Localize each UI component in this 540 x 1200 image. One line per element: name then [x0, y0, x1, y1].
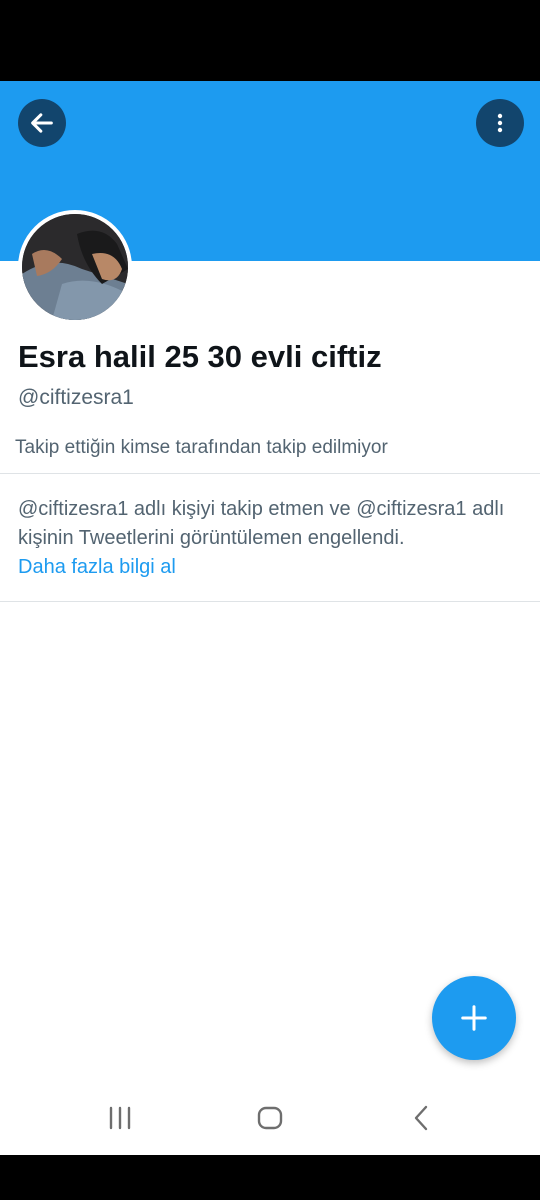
avatar-image	[22, 214, 128, 320]
system-navigation-bar	[0, 1081, 540, 1155]
bottom-bezel	[0, 1155, 540, 1200]
learn-more-link[interactable]: Daha fazla bilgi al	[18, 553, 176, 582]
more-vertical-icon	[497, 113, 503, 133]
recent-apps-button[interactable]	[100, 1099, 140, 1137]
status-bar-area	[0, 0, 540, 81]
arrow-left-icon	[31, 113, 53, 133]
home-button[interactable]	[250, 1099, 290, 1137]
avatar[interactable]	[18, 210, 132, 324]
display-name: Esra halil 25 30 evli ciftiz	[18, 339, 382, 374]
more-options-button[interactable]	[476, 99, 524, 147]
system-back-button[interactable]	[402, 1099, 442, 1137]
chevron-left-icon	[414, 1105, 428, 1131]
followers-you-know-text: Takip ettiğin kimse tarafından takip edi…	[15, 437, 388, 458]
blocked-message: @ciftizesra1 adlı kişiyi takip etmen ve …	[18, 498, 505, 549]
divider	[0, 473, 540, 474]
back-button[interactable]	[18, 99, 66, 147]
recent-apps-icon	[109, 1106, 131, 1130]
home-icon	[257, 1106, 283, 1130]
divider	[0, 601, 540, 602]
compose-tweet-button[interactable]	[432, 976, 516, 1060]
username-handle: @ciftizesra1	[18, 386, 134, 409]
profile-screen: Esra halil 25 30 evli ciftiz @ciftizesra…	[0, 81, 540, 1155]
plus-icon	[461, 1005, 487, 1031]
